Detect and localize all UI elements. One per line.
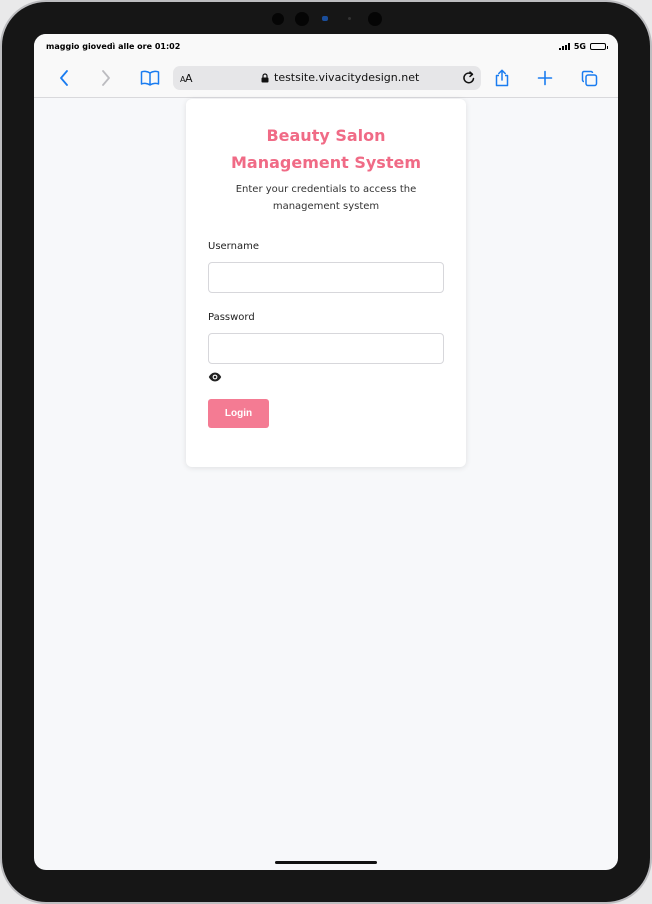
tabs-icon[interactable]	[578, 68, 600, 88]
share-icon[interactable]	[491, 68, 513, 88]
login-card: Beauty Salon Management System Enter you…	[186, 99, 466, 467]
address-bar[interactable]: AA testsite.vivacitydesign.net	[173, 66, 481, 90]
bookmarks-icon[interactable]	[139, 68, 161, 88]
lock-icon	[261, 72, 269, 82]
username-label: Username	[208, 241, 259, 252]
back-icon[interactable]	[53, 68, 75, 88]
reload-icon[interactable]	[462, 70, 476, 89]
network-label: 5G	[573, 41, 586, 51]
battery-icon	[590, 42, 608, 50]
new-tab-icon[interactable]	[534, 68, 556, 88]
password-label: Password	[208, 312, 255, 323]
camera-icon	[295, 12, 309, 26]
url-text: testsite.vivacitydesign.net	[274, 71, 420, 84]
status-indicators: 5G	[558, 41, 608, 51]
tablet-frame: maggio giovedì alle ore 01:02 5G AA test…	[2, 2, 650, 902]
browser-toolbar: AA testsite.vivacitydesign.net	[34, 58, 618, 98]
page-subtitle: Enter your credentials to access the man…	[235, 184, 417, 212]
password-input[interactable]	[208, 333, 444, 364]
front-camera-icon	[368, 12, 382, 26]
ambient-sensor-icon	[348, 17, 351, 20]
status-time: maggio giovedì alle ore 01:02	[46, 41, 181, 51]
text-size-button[interactable]: AA	[180, 72, 193, 85]
camera-housing	[2, 11, 650, 29]
login-button[interactable]: Login	[208, 399, 269, 428]
username-input[interactable]	[208, 262, 444, 293]
screen: maggio giovedì alle ore 01:02 5G AA test…	[34, 34, 618, 870]
camera-indicator-icon	[322, 16, 328, 21]
forward-icon[interactable]	[95, 68, 117, 88]
signal-icon	[558, 42, 570, 50]
page-title: Beauty Salon Management System	[231, 126, 421, 172]
show-password-eye-icon[interactable]	[208, 367, 222, 382]
sensor-icon	[272, 13, 284, 25]
home-indicator[interactable]	[275, 861, 377, 864]
status-bar: maggio giovedì alle ore 01:02 5G	[34, 34, 618, 58]
